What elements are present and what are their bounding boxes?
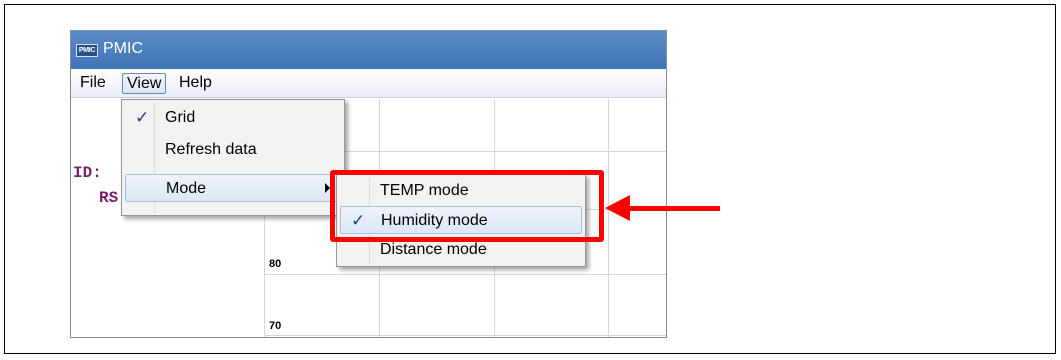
menu-item-label: Refresh data [165,141,257,158]
annotation-arrow-icon [605,195,630,221]
menu-item-grid[interactable]: ✓ Grid [125,104,341,132]
app-logo-icon: PMIC [76,44,98,57]
menu-item-mode[interactable]: Mode [125,174,341,202]
menu-bar: File View Help [71,69,666,98]
y-tick-label: 70 [269,320,282,332]
menu-file[interactable]: File [76,73,110,94]
checkmark-icon: ✓ [135,108,150,127]
grid-line [264,274,666,275]
annotation-arrow-shaft [624,206,720,211]
menu-item-label: Mode [166,180,207,197]
rssi-label: RS [99,189,119,207]
menu-item-refresh-data[interactable]: Refresh data [125,136,341,164]
menu-item-label: Grid [165,109,196,126]
title-bar: PMIC PMIC [71,31,666,69]
grid-line [264,335,666,336]
annotation-highlight-box [330,170,604,242]
view-dropdown-menu: ✓ Grid Refresh data Mode [121,99,345,216]
menu-help[interactable]: Help [175,73,216,94]
window-title: PMIC [103,40,143,57]
y-tick-label: 80 [269,258,282,270]
device-id-label: ID: [73,164,102,182]
menu-view[interactable]: View [122,73,167,94]
